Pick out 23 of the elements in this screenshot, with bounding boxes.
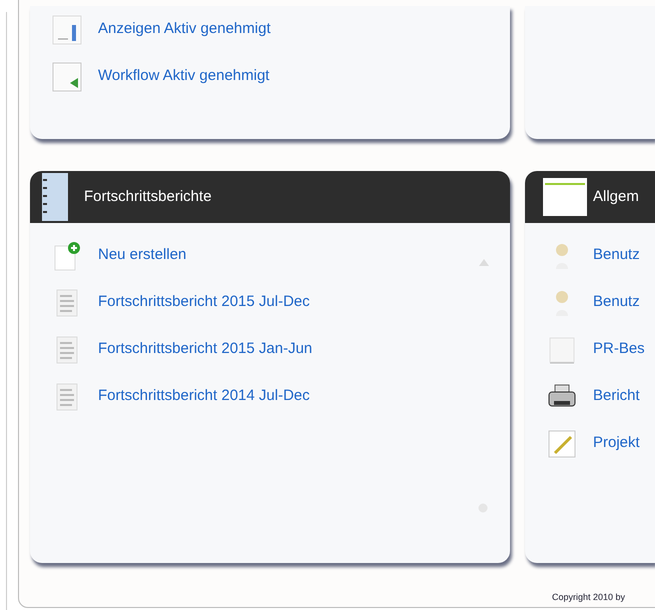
report-link[interactable]: Projekt [593,432,640,455]
report-link[interactable]: Fortschrittsbericht 2015 Jan-Jun [98,338,312,361]
pencil-icon [547,428,577,458]
report-link[interactable]: Bericht [593,385,640,408]
document-icon [55,334,79,364]
report-link[interactable]: Benutz [593,291,640,314]
new-document-icon [52,240,82,270]
report-link[interactable]: Fortschrittsbericht 2015 Jul-Dec [98,291,310,314]
document-icon [55,288,79,318]
report-link[interactable]: PR-Bes [593,338,645,361]
scroll-up-icon[interactable] [478,257,490,267]
blank-page-icon [547,334,577,364]
document-icon [55,382,79,412]
report-link[interactable]: Fortschrittsbericht 2014 Jul-Dec [98,385,310,408]
report-link[interactable]: Anzeigen Aktiv genehmigt [98,18,271,41]
panel-title: Fortschrittsberichte [84,186,212,207]
report-link[interactable]: Neu erstellen [98,244,186,267]
report-link[interactable]: Workflow Aktiv genehmigt [98,65,270,88]
window-thumbnail-icon [543,178,587,216]
copyright-text: Copyright 2010 by [552,591,626,604]
chart-icon [52,14,82,44]
panel-title: Allgem [593,186,639,207]
report-link[interactable]: Benutz [593,244,640,267]
